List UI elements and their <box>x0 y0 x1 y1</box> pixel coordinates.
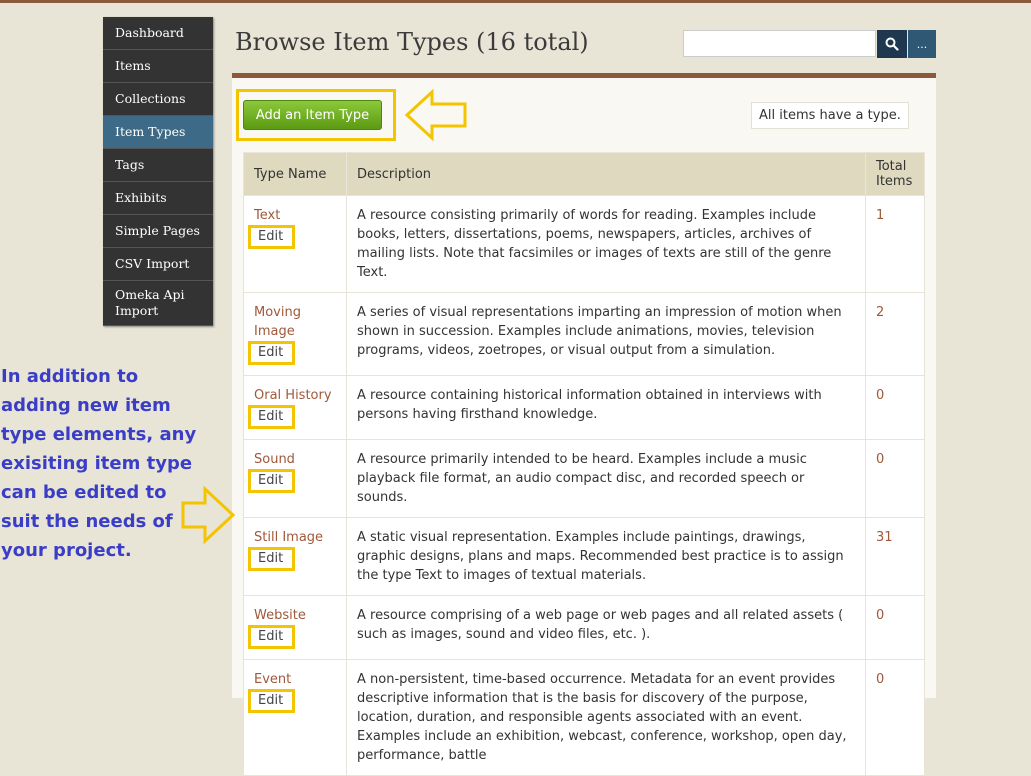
type-name-cell: Website Edit <box>243 595 347 660</box>
page-title: Browse Item Types (16 total) <box>235 28 589 56</box>
column-header-type-name[interactable]: Type Name <box>243 152 347 196</box>
table-header-row: Type Name Description Total Items <box>243 152 925 196</box>
total-cell: 0 <box>865 439 925 518</box>
type-name-cell: Still Image Edit <box>243 517 347 596</box>
column-header-description: Description <box>346 152 866 196</box>
edit-link[interactable]: Edit <box>248 405 296 429</box>
search-button[interactable] <box>877 30 907 58</box>
table-row: Sound Edit A resource primarily intended… <box>243 439 925 518</box>
table-row: Oral History Edit A resource containing … <box>243 375 925 440</box>
description-cell: A resource primarily intended to be hear… <box>346 439 866 518</box>
type-name-cell: Sound Edit <box>243 439 347 518</box>
type-name-cell: Oral History Edit <box>243 375 347 440</box>
search-input[interactable] <box>683 30 876 57</box>
total-items-link[interactable]: 2 <box>876 305 884 320</box>
sidebar-item-collections[interactable]: Collections <box>103 83 213 116</box>
type-name-link[interactable]: Text <box>254 206 336 225</box>
description-cell: A series of visual representations impar… <box>346 292 866 376</box>
type-name-cell: Event Edit <box>243 659 347 776</box>
total-items-link[interactable]: 0 <box>876 388 884 403</box>
total-items-link[interactable]: 0 <box>876 672 884 687</box>
type-name-link[interactable]: Event <box>254 670 336 689</box>
total-items-link[interactable]: 0 <box>876 452 884 467</box>
description-cell: A resource comprising of a web page or w… <box>346 595 866 660</box>
type-name-link[interactable]: Oral History <box>254 386 336 405</box>
total-cell: 1 <box>865 195 925 293</box>
total-items-link[interactable]: 1 <box>876 208 884 223</box>
type-name-cell: Moving Image Edit <box>243 292 347 376</box>
total-items-link[interactable]: 31 <box>876 530 893 545</box>
edit-link[interactable]: Edit <box>248 225 296 249</box>
type-name-cell: Text Edit <box>243 195 347 293</box>
edit-link[interactable]: Edit <box>248 625 296 649</box>
total-cell: 31 <box>865 517 925 596</box>
sidebar-item-dashboard[interactable]: Dashboard <box>103 17 213 50</box>
sidebar-item-csv-import[interactable]: CSV Import <box>103 248 213 281</box>
total-cell: 2 <box>865 292 925 376</box>
type-name-link[interactable]: Sound <box>254 450 336 469</box>
table-row: Event Edit A non-persistent, time-based … <box>243 659 925 776</box>
table-row: Website Edit A resource comprising of a … <box>243 595 925 660</box>
sidebar-item-items[interactable]: Items <box>103 50 213 83</box>
edit-link[interactable]: Edit <box>248 341 296 365</box>
table-row: Still Image Edit A static visual represe… <box>243 517 925 596</box>
add-item-type-button[interactable]: Add an Item Type <box>243 100 382 130</box>
table-row: Moving Image Edit A series of visual rep… <box>243 292 925 376</box>
total-cell: 0 <box>865 659 925 776</box>
total-cell: 0 <box>865 375 925 440</box>
description-cell: A resource containing historical informa… <box>346 375 866 440</box>
sidebar-item-simple-pages[interactable]: Simple Pages <box>103 215 213 248</box>
arrow-right-icon <box>181 486 236 544</box>
type-name-link[interactable]: Still Image <box>254 528 336 547</box>
total-items-link[interactable]: 0 <box>876 608 884 623</box>
advanced-search-button[interactable]: ... <box>908 30 936 58</box>
edit-link[interactable]: Edit <box>248 689 296 713</box>
sidebar-item-item-types[interactable]: Item Types <box>103 116 213 149</box>
top-accent-bar <box>0 0 1031 3</box>
total-cell: 0 <box>865 595 925 660</box>
arrow-left-icon <box>404 88 467 142</box>
sidebar-item-exhibits[interactable]: Exhibits <box>103 182 213 215</box>
type-name-link[interactable]: Moving Image <box>254 303 336 341</box>
sidebar-nav: Dashboard Items Collections Item Types T… <box>103 17 213 326</box>
type-name-link[interactable]: Website <box>254 606 336 625</box>
search-icon <box>885 37 899 51</box>
description-cell: A static visual representation. Examples… <box>346 517 866 596</box>
table-row: Text Edit A resource consisting primaril… <box>243 195 925 293</box>
description-cell: A non-persistent, time-based occurrence.… <box>346 659 866 776</box>
edit-link[interactable]: Edit <box>248 469 296 493</box>
sidebar-item-tags[interactable]: Tags <box>103 149 213 182</box>
edit-link[interactable]: Edit <box>248 547 296 571</box>
item-types-table: Type Name Description Total Items Text E… <box>243 152 925 776</box>
item-type-note: All items have a type. <box>751 102 909 129</box>
description-cell: A resource consisting primarily of words… <box>346 195 866 293</box>
sidebar-item-omeka-api-import[interactable]: Omeka Api Import <box>103 281 213 326</box>
annotation-callout: In addition to adding new item type elem… <box>1 366 197 561</box>
column-header-total-items[interactable]: Total Items <box>865 152 925 196</box>
